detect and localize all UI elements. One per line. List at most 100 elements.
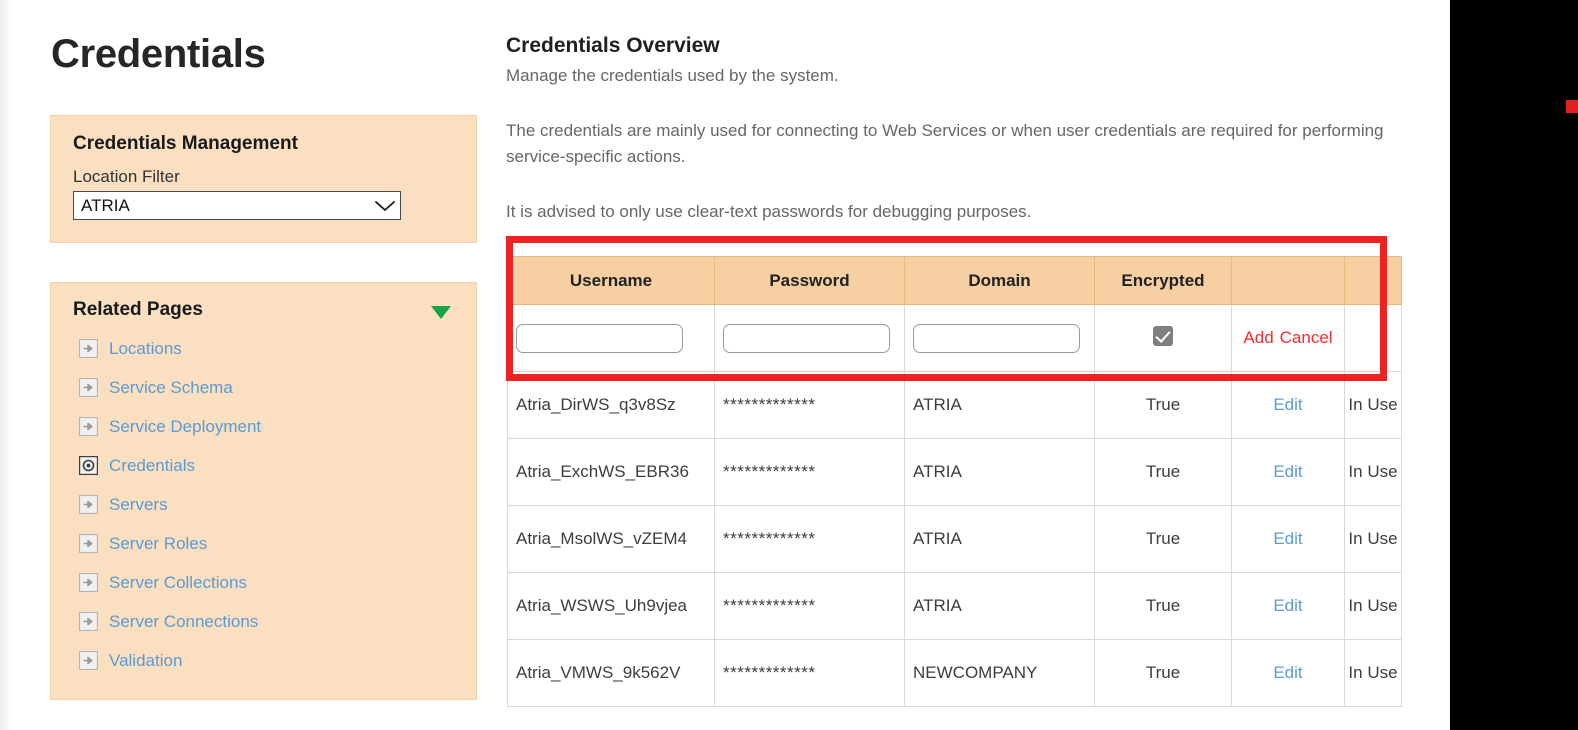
- table-row: Atria_VMWS_9k562V*************NEWCOMPANY…: [508, 640, 1402, 707]
- sidebar-item-label: Server Roles: [109, 534, 207, 554]
- credential-password-cell: *************: [715, 439, 905, 506]
- credential-status-cell: In Use: [1345, 439, 1402, 506]
- right-black-panel: [1450, 0, 1578, 730]
- table-row: Atria_WSWS_Uh9vjea*************ATRIATrue…: [508, 573, 1402, 640]
- credential-password-cell: *************: [715, 372, 905, 439]
- credential-username-cell: Atria_WSWS_Uh9vjea: [508, 573, 715, 640]
- sidebar-item-service-deployment[interactable]: Service Deployment: [51, 407, 476, 446]
- sidebar-item-server-collections[interactable]: Server Collections: [51, 563, 476, 602]
- arrow-right-box-icon: [79, 495, 98, 514]
- username-input[interactable]: [516, 324, 683, 353]
- sidebar-item-server-roles[interactable]: Server Roles: [51, 524, 476, 563]
- credential-password-cell: *************: [715, 573, 905, 640]
- sidebar-item-label: Servers: [109, 495, 168, 515]
- edit-link[interactable]: Edit: [1273, 663, 1302, 682]
- overview-subheading: Manage the credentials used by the syste…: [506, 66, 839, 86]
- add-button[interactable]: Add: [1243, 328, 1273, 347]
- column-header-password[interactable]: Password: [715, 257, 905, 305]
- edit-link[interactable]: Edit: [1273, 596, 1302, 615]
- overview-paragraph-2: It is advised to only use clear-text pas…: [506, 199, 1396, 225]
- page-root: Credentials Credentials Management Locat…: [0, 0, 1578, 730]
- sidebar-item-label: Service Deployment: [109, 417, 261, 437]
- arrow-right-box-icon: [79, 612, 98, 631]
- arrow-right-box-icon: [79, 534, 98, 553]
- credential-username-cell: Atria_ExchWS_EBR36: [508, 439, 715, 506]
- sidebar-item-label: Credentials: [109, 456, 195, 476]
- sidebar-item-locations[interactable]: Locations: [51, 329, 476, 368]
- add-domain-cell: [905, 305, 1095, 372]
- sidebar-item-server-connections[interactable]: Server Connections: [51, 602, 476, 641]
- overview-paragraph-1: The credentials are mainly used for conn…: [506, 118, 1396, 170]
- page-title: Credentials: [51, 32, 266, 77]
- credential-status-cell: In Use: [1345, 372, 1402, 439]
- left-edge-shadow: [0, 0, 13, 730]
- credential-password-cell: *************: [715, 506, 905, 573]
- credentials-management-panel: Credentials Management Location Filter A…: [50, 115, 477, 243]
- edit-link[interactable]: Edit: [1273, 529, 1302, 548]
- chevron-down-icon: [370, 192, 400, 219]
- arrow-right-box-icon: [79, 378, 98, 397]
- column-header-actions: [1232, 257, 1345, 305]
- column-header-encrypted[interactable]: Encrypted: [1095, 257, 1232, 305]
- triangle-down-icon[interactable]: [430, 305, 452, 325]
- credentials-table: Username Password Domain Encrypted: [507, 256, 1402, 707]
- credential-encrypted-cell: True: [1095, 640, 1232, 707]
- column-header-username[interactable]: Username: [508, 257, 715, 305]
- credential-encrypted-cell: True: [1095, 372, 1232, 439]
- related-pages-panel: Related Pages Locations Service Schema Ser…: [50, 282, 477, 700]
- cancel-button[interactable]: Cancel: [1280, 328, 1333, 347]
- credential-status-cell: In Use: [1345, 506, 1402, 573]
- credential-encrypted-cell: True: [1095, 573, 1232, 640]
- location-filter-select[interactable]: ATRIA: [73, 191, 401, 220]
- credential-actions-cell: Edit: [1232, 640, 1345, 707]
- credentials-management-title: Credentials Management: [73, 133, 476, 155]
- column-header-status: [1345, 257, 1402, 305]
- arrow-right-box-icon: [79, 339, 98, 358]
- credential-actions-cell: Edit: [1232, 372, 1345, 439]
- credential-status-cell: In Use: [1345, 573, 1402, 640]
- related-pages-list: Locations Service Schema Service Deploymen…: [51, 329, 476, 680]
- credential-actions-cell: Edit: [1232, 439, 1345, 506]
- sidebar-item-servers[interactable]: Servers: [51, 485, 476, 524]
- add-actions-cell: Add Cancel: [1232, 305, 1345, 372]
- table-body: AddCancel Atria_DirWS_q3v8Sz************…: [508, 305, 1402, 707]
- add-credential-row: Add Cancel: [508, 305, 1402, 372]
- overview-heading: Credentials Overview: [506, 34, 720, 58]
- related-pages-title: Related Pages: [73, 299, 203, 321]
- sidebar-item-validation[interactable]: Validation: [51, 641, 476, 680]
- sidebar-item-service-schema[interactable]: Service Schema: [51, 368, 476, 407]
- credential-domain-cell: NEWCOMPANY: [905, 640, 1095, 707]
- table-row: Atria_ExchWS_EBR36*************ATRIATrue…: [508, 439, 1402, 506]
- table-header: Username Password Domain Encrypted: [508, 257, 1402, 305]
- credential-username-cell: Atria_MsolWS_vZEM4: [508, 506, 715, 573]
- credential-domain-cell: ATRIA: [905, 573, 1095, 640]
- credential-encrypted-cell: True: [1095, 439, 1232, 506]
- edit-link[interactable]: Edit: [1273, 462, 1302, 481]
- password-input[interactable]: [723, 324, 890, 353]
- credential-domain-cell: ATRIA: [905, 439, 1095, 506]
- credential-username-cell: Atria_DirWS_q3v8Sz: [508, 372, 715, 439]
- add-password-cell: [715, 305, 905, 372]
- credential-domain-cell: ATRIA: [905, 506, 1095, 573]
- table-header-row: Username Password Domain Encrypted: [508, 257, 1402, 305]
- add-status-cell: [1345, 305, 1402, 372]
- location-filter-value: ATRIA: [74, 196, 370, 216]
- credential-actions-cell: Edit: [1232, 573, 1345, 640]
- credential-domain-cell: ATRIA: [905, 372, 1095, 439]
- column-header-domain[interactable]: Domain: [905, 257, 1095, 305]
- red-edge-marker: [1566, 100, 1578, 113]
- encrypted-checkbox[interactable]: [1153, 326, 1173, 346]
- sidebar-item-label: Locations: [109, 339, 182, 359]
- edit-link[interactable]: Edit: [1273, 395, 1302, 414]
- arrow-right-box-icon: [79, 573, 98, 592]
- main-content: Credentials Overview Manage the credenti…: [506, 0, 1406, 730]
- sidebar-item-credentials[interactable]: Credentials: [51, 446, 476, 485]
- sidebar-item-label: Server Connections: [109, 612, 258, 632]
- credential-username-cell: Atria_VMWS_9k562V: [508, 640, 715, 707]
- add-username-cell: [508, 305, 715, 372]
- related-pages-header: Related Pages: [51, 283, 476, 325]
- domain-input[interactable]: [913, 324, 1080, 353]
- credential-actions-cell: Edit: [1232, 506, 1345, 573]
- credential-password-cell: *************: [715, 640, 905, 707]
- location-filter-label: Location Filter: [73, 167, 476, 187]
